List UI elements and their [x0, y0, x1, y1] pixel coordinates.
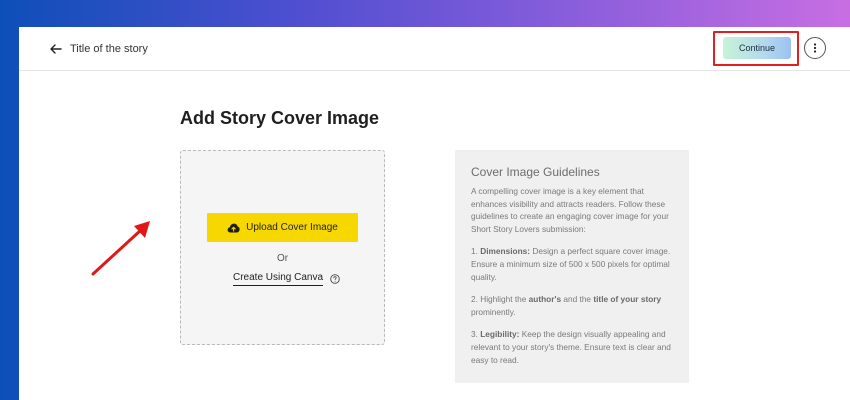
create-using-canva-link[interactable]: Create Using Canva: [233, 272, 324, 286]
guidelines-title: Cover Image Guidelines: [471, 165, 600, 179]
guideline-legibility: 3. Legibility: Keep the design visually …: [471, 329, 671, 365]
guideline-dimensions: 1. Dimensions: Design a perfect square c…: [471, 246, 671, 282]
cloud-upload-icon: [227, 223, 240, 232]
upload-cover-label: Upload Cover Image: [246, 222, 338, 233]
pointer-arrow-annotation: [91, 221, 150, 276]
page-heading: Add Story Cover Image: [180, 108, 380, 128]
story-title: Title of the story: [70, 43, 148, 55]
more-options-button[interactable]: [804, 37, 826, 59]
top-bar: Title of the story Continue: [19, 27, 850, 71]
upload-cover-button[interactable]: Upload Cover Image: [207, 213, 358, 242]
or-separator: Or: [276, 253, 289, 264]
main-card: Title of the story Continue Add Story Co…: [19, 27, 850, 400]
guidelines-intro: A compelling cover image is a key elemen…: [471, 186, 669, 234]
continue-button[interactable]: Continue: [723, 37, 791, 59]
vertical-dots-icon: [813, 43, 817, 53]
guideline-highlight: 2. Highlight the author's and the title …: [471, 294, 662, 317]
question-circle-icon[interactable]: [329, 274, 340, 285]
arrow-left-icon: [50, 44, 62, 54]
guidelines-panel: Cover Image Guidelines A compelling cove…: [455, 150, 689, 383]
canva-row: Create Using Canva: [233, 272, 340, 286]
upload-dropzone[interactable]: Upload Cover Image Or Create Using Canva: [180, 150, 385, 345]
back-button[interactable]: [47, 40, 65, 58]
